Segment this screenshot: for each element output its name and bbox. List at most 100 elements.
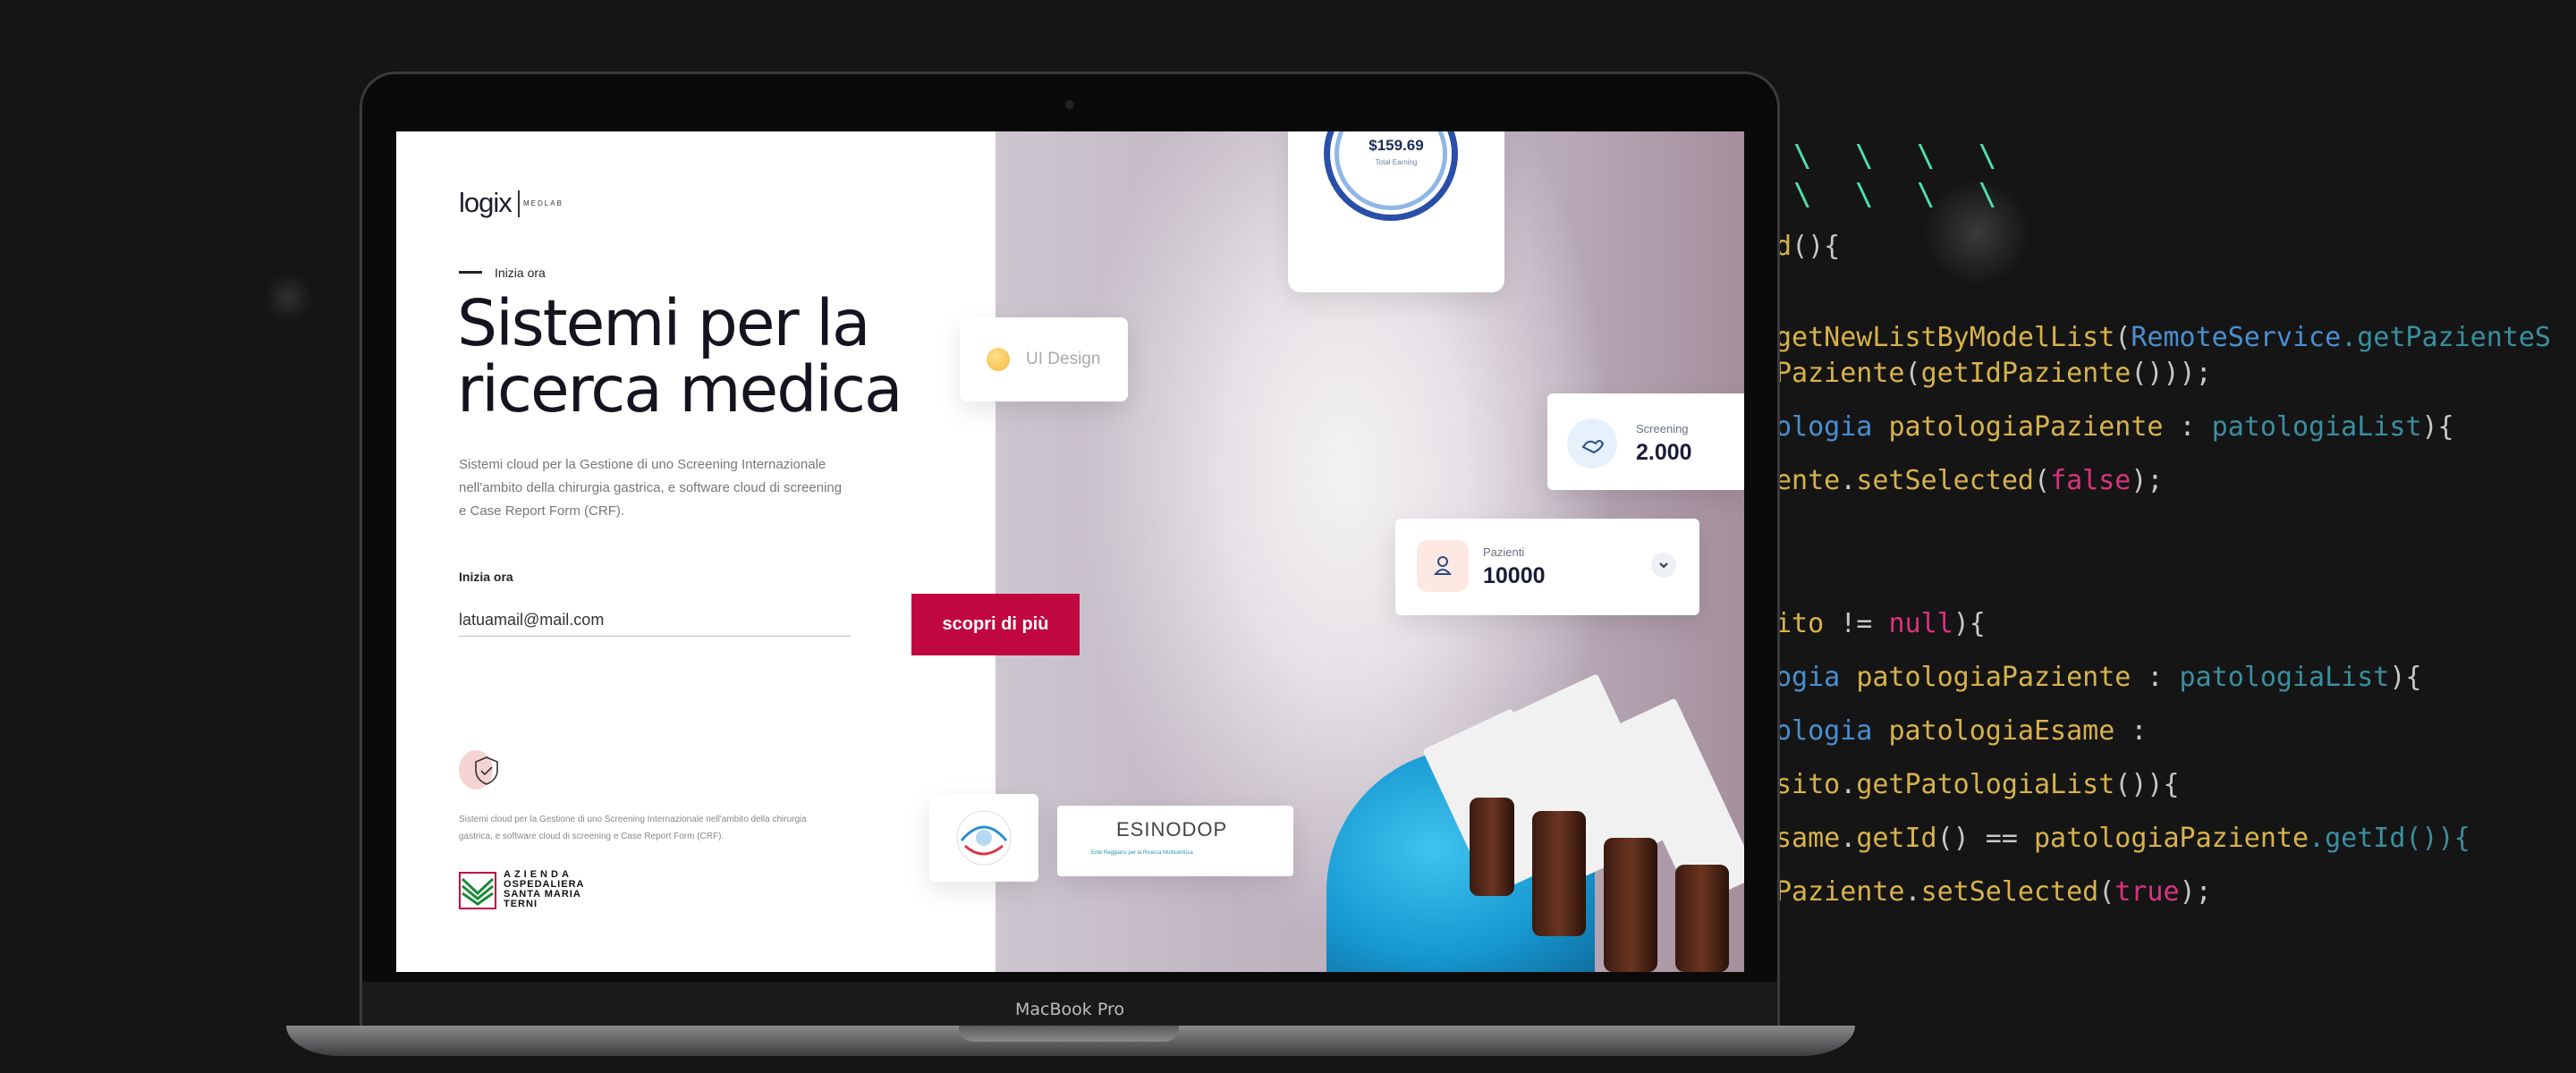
- camera-icon: [1065, 100, 1074, 109]
- code-token: :: [2163, 411, 2212, 443]
- code-token: ologia: [1775, 411, 1889, 443]
- bottle-image: [1470, 798, 1514, 896]
- earnings-value: $159.69: [1368, 137, 1424, 154]
- code-line: d(){: [1775, 231, 1840, 262]
- code-token: same: [1775, 823, 1841, 854]
- code-token: getPatologiaList: [1856, 769, 2115, 800]
- code-token: patologiaPaziente: [1856, 662, 2131, 693]
- code-token: ogia: [1775, 662, 1857, 693]
- code-token: setSelected: [1856, 465, 2034, 496]
- bottle-image: [1532, 811, 1586, 936]
- security-badge: [459, 750, 507, 793]
- code-token: patologiaList: [2179, 662, 2390, 693]
- background-glow: [264, 273, 313, 322]
- email-field[interactable]: [459, 604, 851, 637]
- code-token: :: [2114, 715, 2148, 747]
- hospital-logo-icon: [459, 872, 496, 909]
- code-token: !=: [1824, 608, 1889, 639]
- page-headline: Sistemi per la ricerca medica: [457, 291, 903, 423]
- page-description: Sistemi cloud per la Gestione di uno Scr…: [459, 457, 843, 519]
- code-token: ito: [1775, 608, 1825, 639]
- code-token: ){: [2421, 411, 2454, 443]
- headline-line: Sistemi per la: [457, 286, 871, 360]
- bottle-image: [1604, 838, 1657, 972]
- code-line: sito.getPatologiaList()){: [1775, 769, 2180, 800]
- code-token: );: [2131, 465, 2164, 496]
- code-token: patologiaEsame: [1888, 715, 2115, 747]
- code-editor-background: d(){getNewListByModelList(RemoteService.…: [1775, 0, 2576, 1073]
- laptop-model-label: MacBook Pro: [1015, 1000, 1124, 1019]
- code-token: :: [2131, 662, 2180, 693]
- code-token: true: [2114, 876, 2180, 908]
- earnings-label: Total Earning: [1375, 158, 1418, 166]
- code-token: RemoteService: [2131, 322, 2342, 353]
- screening-stat-card: Screening 2.000: [1547, 393, 1744, 490]
- code-line: ito != null){: [1775, 608, 1986, 639]
- screening-label: Screening: [1636, 422, 1689, 435]
- code-token: ()){: [2114, 769, 2180, 800]
- code-token: ente: [1775, 465, 1841, 496]
- code-line: same.getId() == patologiaPaziente.getId(…: [1775, 823, 2470, 854]
- logo-divider: [518, 190, 520, 217]
- code-token: .: [1840, 823, 1857, 854]
- eyebrow-line: [459, 271, 482, 274]
- footer-description: Sistemi cloud per la Gestione di uno Scr…: [459, 815, 807, 841]
- code-token: Paziente: [1775, 876, 1905, 908]
- esinodop-logo: ESINODOP Ente Reggiano per la Ricerca Mu…: [1057, 806, 1293, 876]
- headline-line: ricerca medica: [457, 352, 903, 427]
- code-token: getNewListByModelList: [1775, 322, 2115, 353]
- code-token: (: [2098, 876, 2115, 908]
- code-line: ologia patologiaEsame :: [1775, 715, 2147, 747]
- code-line: Paziente.setSelected(true);: [1775, 876, 2212, 908]
- code-token: .getId()){: [2309, 823, 2470, 854]
- pazienti-label: Pazienti: [1483, 545, 1525, 559]
- code-token: setSelected: [1920, 876, 2099, 908]
- code-token: ){: [1953, 608, 1986, 639]
- shield-check-icon: [475, 756, 498, 785]
- hand-heart-icon: [1567, 418, 1617, 469]
- pazienti-stat-card: Pazienti 10000: [1395, 519, 1699, 615]
- screening-value: 2.000: [1636, 440, 1692, 465]
- code-token: .: [1840, 465, 1857, 496]
- hospital-name-line: TERNI: [504, 899, 538, 909]
- eyebrow-label: Inizia ora: [495, 266, 546, 280]
- code-token: .: [1904, 876, 1921, 908]
- code-token: );: [2179, 876, 2212, 908]
- code-token: Paziente: [1775, 358, 1905, 389]
- code-token: .getPazienteS: [2341, 322, 2551, 353]
- earnings-card: $159.69 Total Earning: [1288, 131, 1504, 292]
- ui-design-label: UI Design: [1026, 350, 1101, 368]
- discover-more-button[interactable]: scopri di più: [911, 594, 1080, 655]
- coin-icon: [987, 348, 1010, 371]
- code-line: ogia patologiaPaziente : patologiaList){: [1775, 662, 2421, 693]
- chevron-down-icon[interactable]: [1651, 553, 1676, 578]
- email-label: Inizia ora: [459, 570, 513, 584]
- user-icon: [1417, 540, 1469, 592]
- ui-design-card[interactable]: UI Design: [960, 317, 1128, 401]
- esinodop-subtitle: Ente Reggiano per la Ricerca Multicentri…: [1091, 850, 1193, 856]
- code-token: .: [1840, 769, 1857, 800]
- code-token: ()));: [2131, 358, 2212, 389]
- imi-gastric-logo: [929, 794, 1038, 882]
- logo-subtext: MEDLAB: [523, 199, 564, 207]
- code-token: false: [2050, 465, 2131, 496]
- code-token: getIdPaziente: [1920, 358, 2131, 389]
- code-token: (: [1904, 358, 1921, 389]
- code-token: (: [2034, 465, 2051, 496]
- laptop-chin: MacBook Pro: [362, 982, 1777, 1027]
- code-token: (){: [1792, 231, 1841, 262]
- laptop-screen: logix MEDLAB Inizia ora Sistemi per la r…: [396, 131, 1744, 972]
- bottle-image: [1675, 865, 1729, 972]
- hospital-name: AZIENDA OSPEDALIERA SANTA MARIA TERNI: [504, 870, 584, 909]
- code-token: getId: [1856, 823, 1937, 854]
- code-token: ologia: [1775, 715, 1889, 747]
- code-token: null: [1888, 608, 1953, 639]
- laptop-notch: [959, 1026, 1179, 1042]
- code-token: patologiaList: [2211, 411, 2422, 443]
- code-line: ente.setSelected(false);: [1775, 465, 2164, 496]
- code-line: getNewListByModelList(RemoteService.getP…: [1775, 322, 2551, 353]
- code-token: patologiaPaziente: [2034, 823, 2309, 854]
- code-token: (: [2114, 322, 2131, 353]
- code-token: ){: [2389, 662, 2422, 693]
- site-logo[interactable]: logix: [459, 187, 513, 219]
